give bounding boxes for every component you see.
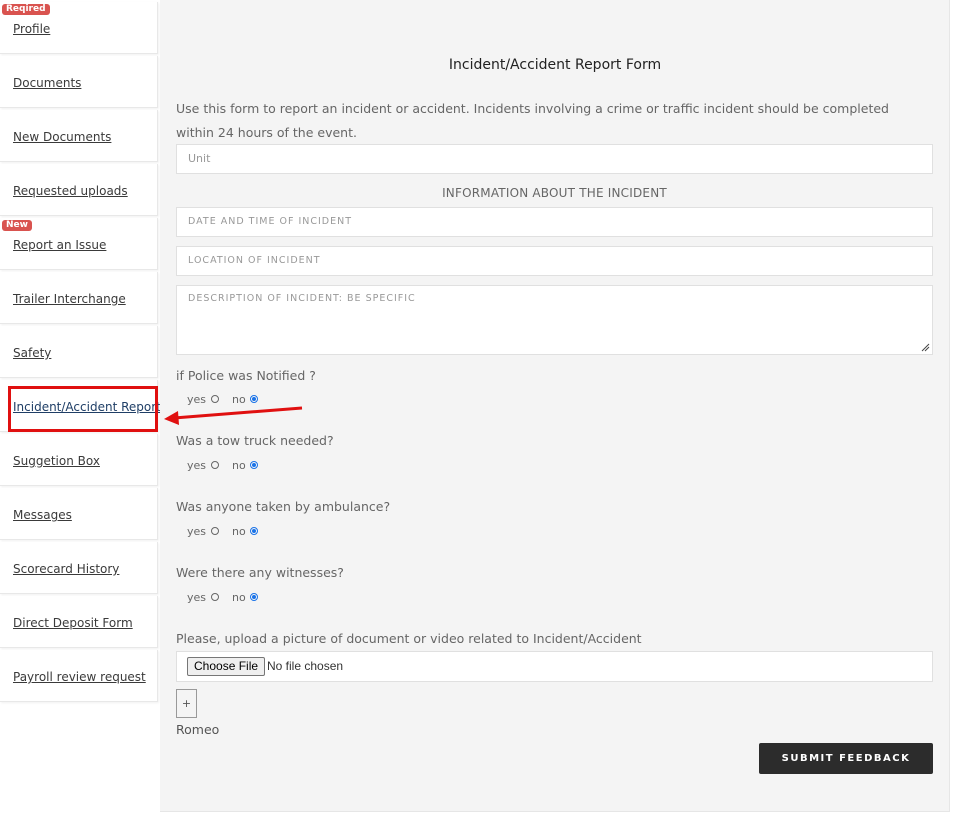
radio-no[interactable] [250, 593, 259, 601]
sidebar-item-report-issue[interactable]: New Report an Issue [0, 218, 158, 270]
sidebar-item-label[interactable]: Safety [13, 346, 51, 360]
description-textarea[interactable]: DESCRIPTION OF INCIDENT: BE SPECIFIC [176, 285, 933, 355]
sidebar-item-label[interactable]: Suggetion Box [13, 454, 100, 468]
question-police-notified: if Police was Notified ? [176, 368, 316, 383]
sidebar-item-label[interactable]: Messages [13, 508, 72, 522]
radio-no-label: no [232, 524, 246, 538]
question-tow-truck: Was a tow truck needed? [176, 433, 334, 448]
red-arrow-annotation-icon [164, 406, 303, 425]
sidebar-item-profile[interactable]: Reqired Profile [0, 2, 158, 54]
sidebar-item-label[interactable]: New Documents [13, 130, 111, 144]
description-placeholder: DESCRIPTION OF INCIDENT: BE SPECIFIC [188, 293, 416, 304]
form-intro: Use this form to report an incident or a… [176, 101, 889, 140]
radio-yes[interactable] [210, 527, 219, 535]
sidebar-item-safety[interactable]: Safety [0, 326, 158, 378]
radio-no-label: no [232, 458, 246, 472]
no-file-text: No file chosen [267, 659, 344, 673]
radio-group-tow: yes no [187, 458, 259, 472]
section-heading: INFORMATION ABOUT THE INCIDENT [442, 186, 667, 200]
sidebar-item-new-documents[interactable]: New Documents [0, 110, 158, 162]
radio-no[interactable] [250, 461, 259, 469]
required-badge: Reqired [2, 4, 50, 15]
radio-group-ambulance: yes no [187, 524, 259, 538]
sidebar-item-label[interactable]: Direct Deposit Form [13, 616, 133, 630]
resize-handle-icon[interactable] [920, 342, 930, 352]
page-title: Incident/Accident Report Form [448, 57, 662, 73]
sidebar-item-suggestion-box[interactable]: Suggetion Box [0, 434, 158, 486]
radio-group-witnesses: yes no [187, 590, 259, 604]
choose-file-button[interactable]: Choose File [187, 657, 266, 676]
sidebar-item-direct-deposit[interactable]: Direct Deposit Form [0, 596, 158, 648]
sidebar-item-messages[interactable]: Messages [0, 488, 158, 540]
location-input[interactable]: LOCATION OF INCIDENT [176, 246, 933, 276]
radio-no[interactable] [250, 527, 259, 535]
upload-label: Please, upload a picture of document or … [176, 631, 642, 646]
sidebar-item-label[interactable]: Report an Issue [13, 238, 106, 252]
question-witnesses: Were there any witnesses? [176, 565, 344, 580]
sidebar-item-documents[interactable]: Documents [0, 56, 158, 108]
radio-yes-label: yes [187, 458, 207, 472]
add-signature-button[interactable]: + [176, 689, 197, 718]
sidebar-item-label[interactable]: Profile [13, 22, 50, 36]
sidebar-item-label[interactable]: Documents [13, 76, 81, 90]
sidebar-item-label[interactable]: Payroll review request [13, 670, 146, 684]
sidebar-item-label[interactable]: Requested uploads [13, 184, 128, 198]
sidebar-item-payroll-review[interactable]: Payroll review request [0, 650, 158, 702]
submit-feedback-button[interactable]: SUBMIT FEEDBACK [759, 743, 933, 774]
radio-no-label: no [232, 590, 246, 604]
highlight-annotation-box [8, 386, 158, 432]
radio-yes-label: yes [187, 524, 207, 538]
radio-yes[interactable] [210, 593, 219, 601]
sidebar-item-scorecard-history[interactable]: Scorecard History [0, 542, 158, 594]
radio-yes-label: yes [187, 590, 207, 604]
question-ambulance: Was anyone taken by ambulance? [176, 499, 391, 514]
signature-name: Romeo [176, 722, 220, 737]
date-time-input[interactable]: DATE AND TIME OF INCIDENT [176, 207, 933, 237]
file-upload-field: Choose File No file chosen [176, 651, 933, 682]
sidebar-item-label[interactable]: Scorecard History [13, 562, 119, 576]
radio-yes[interactable] [210, 461, 219, 469]
new-badge: New [2, 220, 32, 231]
sidebar-item-requested-uploads[interactable]: Requested uploads [0, 164, 158, 216]
unit-input[interactable]: Unit [176, 144, 933, 174]
sidebar-item-trailer-interchange[interactable]: Trailer Interchange [0, 272, 158, 324]
sidebar-item-label[interactable]: Trailer Interchange [13, 292, 126, 306]
